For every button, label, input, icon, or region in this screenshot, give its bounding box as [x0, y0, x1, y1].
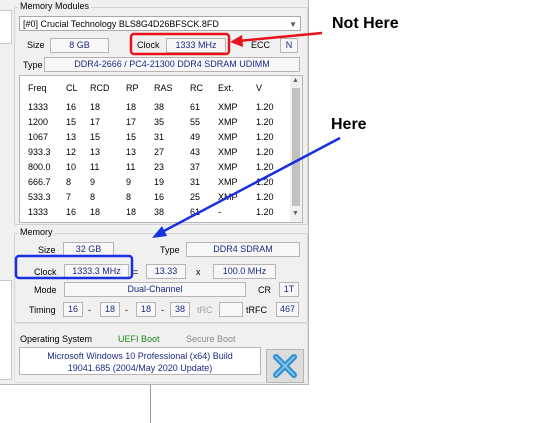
here-annotation: Here: [331, 116, 367, 133]
red-highlight-box: [129, 32, 231, 56]
blue-highlight-box: [14, 254, 134, 280]
blue-arrow-head: [152, 226, 167, 238]
blue-arrow-line: [161, 136, 341, 234]
red-arrow-head: [230, 35, 243, 47]
not-here-annotation: Not Here: [332, 15, 399, 32]
annotation-overlay: [14, 31, 341, 280]
red-arrow-line: [237, 31, 323, 43]
